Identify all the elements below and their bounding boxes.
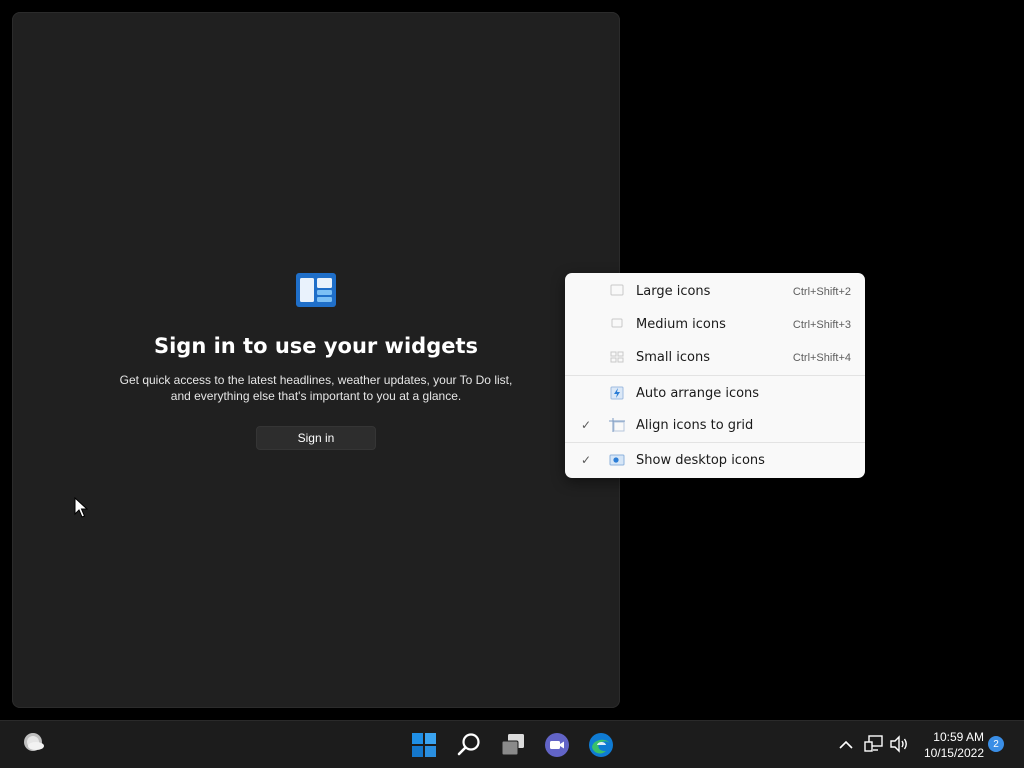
widgets-title: Sign in to use your widgets: [153, 334, 479, 358]
align-grid-icon: [609, 418, 625, 432]
menu-item-shortcut: Ctrl+Shift+3: [792, 319, 851, 331]
menu-item-label: Large icons: [636, 284, 711, 299]
weather-icon[interactable]: [18, 730, 46, 754]
view-context-menu: Large icons Ctrl+Shift+2 Medium icons Ct…: [565, 273, 865, 478]
task-view-icon[interactable]: [499, 731, 527, 759]
checkmark-icon: ✓: [581, 418, 592, 432]
menu-item-medium-icons[interactable]: Medium icons Ctrl+Shift+3: [569, 309, 861, 340]
volume-icon[interactable]: [888, 733, 910, 755]
clock-time: 10:59 AM: [933, 730, 984, 744]
menu-item-label: Medium icons: [636, 317, 726, 332]
menu-item-auto-arrange[interactable]: Auto arrange icons: [569, 378, 861, 409]
widgets-description: Get quick access to the latest headlines…: [119, 373, 513, 403]
widgets-panel: Sign in to use your widgets Get quick ac…: [12, 12, 620, 708]
edge-icon[interactable]: [587, 731, 615, 759]
menu-item-show-desktop-icons[interactable]: ✓ Show desktop icons: [569, 445, 861, 476]
taskbar: 10:59 AM 10/15/2022 2: [0, 720, 1024, 768]
menu-item-label: Align icons to grid: [636, 418, 754, 433]
auto-arrange-icon: [610, 386, 624, 400]
small-icons-icon: [610, 351, 624, 363]
teams-chat-icon[interactable]: [543, 731, 571, 759]
checkmark-icon: ✓: [581, 453, 592, 467]
menu-divider: [565, 442, 865, 443]
large-icons-icon: [610, 284, 624, 296]
menu-item-small-icons[interactable]: Small icons Ctrl+Shift+4: [569, 342, 861, 373]
mouse-cursor-icon: [74, 497, 88, 518]
notification-badge[interactable]: 2: [988, 736, 1004, 752]
menu-divider: [565, 375, 865, 376]
clock[interactable]: 10:59 AM 10/15/2022: [912, 729, 984, 761]
menu-item-label: Auto arrange icons: [636, 386, 760, 401]
medium-icons-icon: [611, 318, 623, 328]
menu-item-align-grid[interactable]: ✓ Align icons to grid: [569, 410, 861, 441]
chevron-up-icon[interactable]: [836, 735, 856, 755]
widgets-logo-icon: [296, 273, 336, 307]
sign-in-button[interactable]: Sign in: [256, 426, 376, 450]
show-desktop-icon: [609, 454, 625, 466]
search-icon[interactable]: [455, 731, 483, 759]
clock-date: 10/15/2022: [923, 746, 984, 760]
menu-item-label: Show desktop icons: [636, 453, 765, 468]
menu-item-label: Small icons: [636, 350, 710, 365]
menu-item-shortcut: Ctrl+Shift+2: [792, 286, 851, 298]
menu-item-shortcut: Ctrl+Shift+4: [792, 352, 851, 364]
menu-item-large-icons[interactable]: Large icons Ctrl+Shift+2: [569, 276, 861, 307]
network-icon[interactable]: [863, 733, 885, 755]
start-icon[interactable]: [410, 731, 438, 759]
